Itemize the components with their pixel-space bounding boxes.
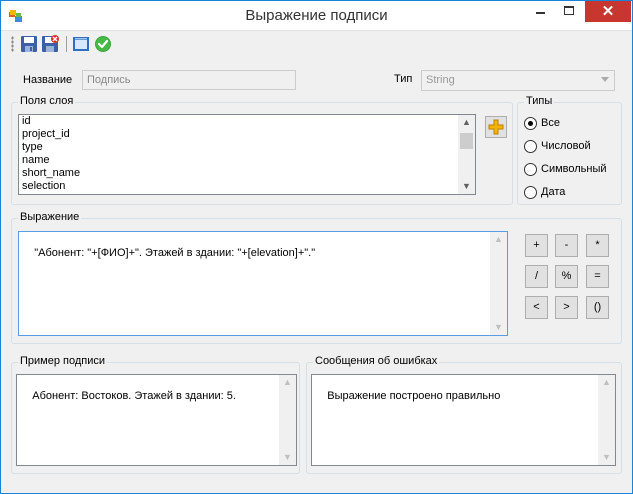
expression-text: "Абонент: "+[ФИО]+". Этажей в здании: "+…: [34, 247, 316, 259]
operator-button[interactable]: (): [586, 296, 609, 319]
list-item[interactable]: id: [19, 115, 475, 128]
scroll-down-icon[interactable]: ▼: [598, 450, 615, 465]
apply-check-icon[interactable]: [94, 35, 112, 53]
type-radio-label: Дата: [541, 186, 566, 198]
toolbar: [1, 32, 632, 56]
expression-input[interactable]: "Абонент: "+[ФИО]+". Этажей в здании: "+…: [18, 231, 508, 336]
operator-button[interactable]: >: [555, 296, 578, 319]
operator-button[interactable]: =: [586, 265, 609, 288]
errors-title: Сообщения об ошибках: [313, 355, 440, 367]
maximize-button[interactable]: [556, 1, 583, 22]
window-icon[interactable]: [72, 35, 90, 53]
errors-output[interactable]: Выражение построено правильно ▲ ▼: [311, 374, 616, 466]
add-field-button[interactable]: [485, 116, 507, 138]
scroll-down-icon[interactable]: ▼: [279, 450, 296, 465]
type-select[interactable]: String: [421, 70, 615, 91]
list-item[interactable]: short_name: [19, 167, 475, 180]
close-icon: ✕: [601, 3, 615, 20]
operator-button[interactable]: +: [525, 234, 548, 257]
type-select-value: String: [426, 74, 455, 86]
list-item[interactable]: selection: [19, 180, 475, 193]
layer-fields-items: id project_id type name short_name selection: [19, 115, 475, 193]
radio-circle[interactable]: [524, 186, 537, 199]
operator-button[interactable]: %: [555, 265, 578, 288]
list-item[interactable]: type: [19, 141, 475, 154]
type-label: Тип: [394, 73, 413, 85]
toolbar-separator: [66, 36, 67, 52]
operator-button[interactable]: *: [586, 234, 609, 257]
errors-scrollbar[interactable]: ▲ ▼: [598, 375, 615, 465]
preview-scrollbar[interactable]: ▲ ▼: [279, 375, 296, 465]
minimize-button[interactable]: [527, 1, 555, 22]
layer-fields-title: Поля слоя: [18, 95, 76, 107]
title-bar: Выражение подписи ✕: [1, 1, 632, 31]
maximize-icon: [564, 6, 574, 15]
list-item[interactable]: project_id: [19, 128, 475, 141]
scroll-up-icon[interactable]: ▲: [279, 375, 296, 390]
errors-text: Выражение построено правильно: [327, 390, 501, 402]
type-radio-label: Все: [541, 117, 560, 129]
operator-button[interactable]: <: [525, 296, 548, 319]
layer-fields-scrollbar[interactable]: ▲ ▼: [458, 115, 475, 194]
scroll-down-icon[interactable]: ▼: [490, 320, 507, 335]
expression-title: Выражение: [18, 211, 82, 223]
save-icon[interactable]: [20, 35, 38, 53]
scroll-up-icon[interactable]: ▲: [458, 115, 475, 130]
chevron-down-icon: [601, 77, 609, 82]
layer-fields-list[interactable]: id project_id type name short_name selection …: [18, 114, 476, 195]
operator-button[interactable]: /: [525, 265, 548, 288]
dialog-window: Выражение подписи ✕ Название Подпись Тип…: [0, 0, 633, 494]
save-close-icon[interactable]: [41, 35, 59, 53]
list-item[interactable]: name: [19, 154, 475, 167]
scroll-down-icon[interactable]: ▼: [458, 179, 475, 194]
radio-circle[interactable]: [524, 163, 537, 176]
name-field[interactable]: Подпись: [82, 70, 296, 90]
type-radio-label: Числовой: [541, 140, 591, 152]
preview-title: Пример подписи: [18, 355, 108, 367]
type-radio-label: Символьный: [541, 163, 607, 175]
preview-output[interactable]: Абонент: Востоков. Этажей в здании: 5. ▲…: [16, 374, 297, 466]
name-label: Название: [23, 74, 73, 86]
operator-button[interactable]: -: [555, 234, 578, 257]
types-title: Типы: [524, 95, 555, 107]
scroll-thumb[interactable]: [460, 133, 473, 149]
plus-icon: [488, 119, 504, 135]
scroll-up-icon[interactable]: ▲: [598, 375, 615, 390]
preview-text: Абонент: Востоков. Этажей в здании: 5.: [32, 390, 236, 402]
toolbar-grip[interactable]: [11, 36, 14, 52]
radio-circle[interactable]: [524, 140, 537, 153]
radio-circle[interactable]: [524, 117, 537, 130]
expression-scrollbar[interactable]: ▲ ▼: [490, 232, 507, 335]
scroll-up-icon[interactable]: ▲: [490, 232, 507, 247]
close-button[interactable]: ✕: [585, 1, 631, 22]
minimize-icon: [536, 12, 545, 14]
